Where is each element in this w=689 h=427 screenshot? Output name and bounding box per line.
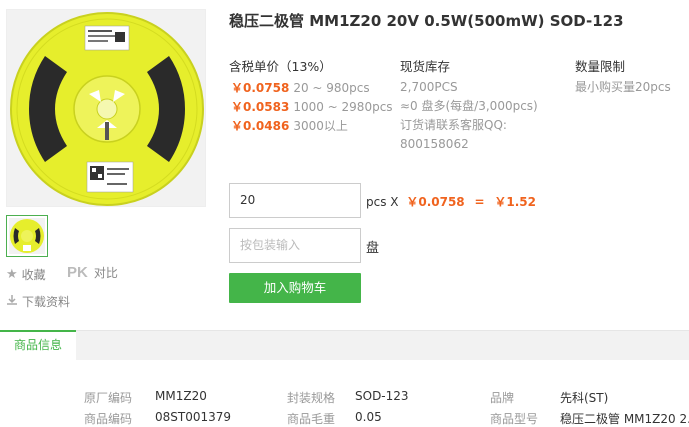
equals-sign: = [474,195,485,209]
pcs-x-label: pcs X [366,195,399,209]
spec-value: 0.05 [355,410,382,424]
spec-value: 先科(ST) [560,391,609,405]
compare-label: 对比 [93,266,118,280]
product-main-image [6,9,206,207]
star-icon: ★ [6,267,18,282]
spec-value: 08ST001379 [155,410,232,424]
reel-illustration [7,10,205,206]
tier-range: 3000以上 [293,119,348,133]
stock-contact: 订货请联系客服QQ: [400,118,507,132]
tier-price: ￥0.0758 [231,81,290,95]
product-thumbnail[interactable] [6,215,48,257]
favorite-label: 收藏 [21,268,46,282]
unit-price: ￥0.0758 [406,195,465,209]
spec-label: 封装规格 [287,391,336,405]
pk-icon: PK [67,264,88,281]
reel-thumbnail-image [9,218,45,254]
spec-value: MM1Z20 [155,389,207,403]
limit-header: 数量限制 [575,59,626,74]
stock-reels: ≈0 盘多(每盘/3,000pcs) [400,99,538,113]
price-tier-row: ￥0.0583 1000 ~ 2980pcs [231,98,393,115]
download-link[interactable]: 下载资料 [6,293,70,310]
tier-price: ￥0.0583 [231,100,290,114]
stock-count: 2,700PCS [400,80,458,94]
tier-range: 1000 ~ 2980pcs [293,100,393,114]
reel-unit-label: 盘 [366,241,380,256]
tab-product-info[interactable]: 商品信息 [0,330,76,360]
stock-qq: 800158062 [400,137,469,151]
product-title: 稳压二极管 MM1Z20 20V 0.5W(500mW) SOD-123 [229,12,624,30]
spec-label: 商品型号 [490,412,539,426]
spec-label: 商品编码 [84,412,133,426]
add-to-cart-button[interactable]: 加入购物车 [229,273,361,303]
total-price: ￥1.52 [494,195,536,209]
spec-value: SOD-123 [355,389,409,403]
download-icon [6,294,18,309]
tier-range: 20 ~ 980pcs [293,81,370,95]
price-tier-row: ￥0.0758 20 ~ 980pcs [231,79,370,96]
tab-bar [0,330,689,360]
download-label: 下载资料 [22,295,71,309]
price-calculation: pcs X ￥0.0758 = ￥1.52 [366,193,536,210]
spec-label: 品牌 [490,391,515,405]
stock-header: 现货库存 [400,59,451,74]
spec-label: 商品毛重 [287,412,336,426]
price-header: 含税单价（13%） [229,59,332,74]
spec-value: 稳压二极管 MM1Z20 2... [560,412,689,426]
quantity-input[interactable]: 20 [229,183,361,218]
reel-quantity-input[interactable]: 按包装输入 [229,228,361,263]
compare-link[interactable]: PK 对比 [67,264,118,281]
min-order-text: 最小购买量20pcs [575,80,671,94]
tier-price: ￥0.0486 [231,119,290,133]
favorite-link[interactable]: ★ 收藏 [6,266,46,283]
spec-label: 原厂编码 [84,391,133,405]
price-tier-row: ￥0.0486 3000以上 [231,117,348,134]
